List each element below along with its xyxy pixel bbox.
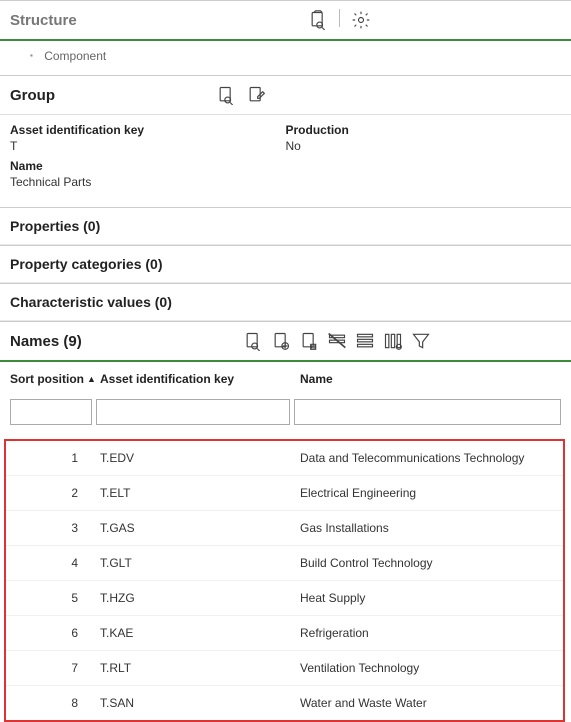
filter-name-input[interactable] [294,399,561,425]
name-value: Technical Parts [10,175,561,189]
cell-name: Refrigeration [300,626,555,640]
cell-sort: 4 [14,556,100,570]
group-panel: Group Asset identification key T Product… [0,75,571,207]
table-row[interactable]: 4T.GLTBuild Control Technology [6,546,563,581]
cell-sort: 3 [14,521,100,535]
table-header-row: Sort position ▲ Asset identification key… [0,362,571,395]
page-delete-icon[interactable] [298,330,320,352]
structure-panel: Structure Component [0,0,571,75]
page-add-icon[interactable] [270,330,292,352]
table-body: 1T.EDVData and Telecommunications Techno… [4,439,565,722]
table-row[interactable]: 7T.RLTVentilation Technology [6,651,563,686]
gear-icon[interactable] [350,9,372,31]
group-body: Asset identification key T Production No… [0,115,571,207]
funnel-icon[interactable] [410,330,432,352]
page-edit-icon[interactable] [245,84,267,106]
table-row[interactable]: 2T.ELTElectrical Engineering [6,476,563,511]
breadcrumb[interactable]: Component [0,41,571,75]
column-asset-key[interactable]: Asset identification key [100,372,300,386]
names-toolbar [242,330,432,352]
name-field: Name Technical Parts [10,159,561,189]
production-value: No [286,139,562,153]
names-header: Names (9) [0,321,571,362]
columns-icon[interactable] [382,330,404,352]
asset-id-field: Asset identification key T [10,123,286,153]
cell-name: Water and Waste Water [300,696,555,710]
table-row[interactable]: 1T.EDVData and Telecommunications Techno… [6,441,563,476]
group-header: Group [0,76,571,115]
filter-sort-input[interactable] [10,399,92,425]
list-icon[interactable] [354,330,376,352]
cell-name: Gas Installations [300,521,555,535]
cell-name: Heat Supply [300,591,555,605]
table-row[interactable]: 6T.KAERefrigeration [6,616,563,651]
cell-key: T.ELT [100,486,300,500]
structure-title: Structure [10,12,77,29]
asset-id-label: Asset identification key [10,123,286,137]
properties-section[interactable]: Properties (0) [0,207,571,245]
group-title: Group [10,87,55,104]
cell-sort: 1 [14,451,100,465]
cell-sort: 7 [14,661,100,675]
page-search-icon[interactable] [242,330,264,352]
production-label: Production [286,123,562,137]
property-categories-section[interactable]: Property categories (0) [0,245,571,283]
cell-name: Data and Telecommunications Technology [300,451,555,465]
characteristic-values-title: Characteristic values (0) [10,294,172,310]
structure-header: Structure [0,1,571,41]
cell-sort: 5 [14,591,100,605]
names-title: Names (9) [10,333,82,350]
group-toolbar [215,84,267,106]
filter-key-input[interactable] [96,399,290,425]
column-name[interactable]: Name [300,372,561,386]
column-name-label: Name [300,372,333,386]
toolbar-divider [339,9,340,27]
cell-key: T.KAE [100,626,300,640]
cell-key: T.EDV [100,451,300,465]
table-row[interactable]: 8T.SANWater and Waste Water [6,686,563,720]
properties-title: Properties (0) [10,218,100,234]
cell-key: T.GLT [100,556,300,570]
table-row[interactable]: 3T.GASGas Installations [6,511,563,546]
cell-sort: 8 [14,696,100,710]
cell-sort: 2 [14,486,100,500]
cell-name: Build Control Technology [300,556,555,570]
structure-toolbar [77,9,372,31]
sort-ascending-icon: ▲ [87,374,96,384]
column-sort-position[interactable]: Sort position ▲ [10,372,100,386]
characteristic-values-section[interactable]: Characteristic values (0) [0,283,571,321]
cell-name: Electrical Engineering [300,486,555,500]
names-table: Sort position ▲ Asset identification key… [0,362,571,722]
cell-key: T.RLT [100,661,300,675]
cell-key: T.SAN [100,696,300,710]
filter-clear-icon[interactable] [326,330,348,352]
property-categories-title: Property categories (0) [10,256,163,272]
cell-key: T.GAS [100,521,300,535]
filter-row [0,395,571,435]
name-label: Name [10,159,561,173]
column-key-label: Asset identification key [100,372,234,386]
table-row[interactable]: 5T.HZGHeat Supply [6,581,563,616]
asset-id-value: T [10,139,286,153]
production-field: Production No [286,123,562,153]
cell-key: T.HZG [100,591,300,605]
page-search-icon[interactable] [307,9,329,31]
column-sort-label: Sort position [10,372,84,386]
cell-name: Ventilation Technology [300,661,555,675]
page-search-icon[interactable] [215,84,237,106]
cell-sort: 6 [14,626,100,640]
breadcrumb-item[interactable]: Component [44,49,106,63]
